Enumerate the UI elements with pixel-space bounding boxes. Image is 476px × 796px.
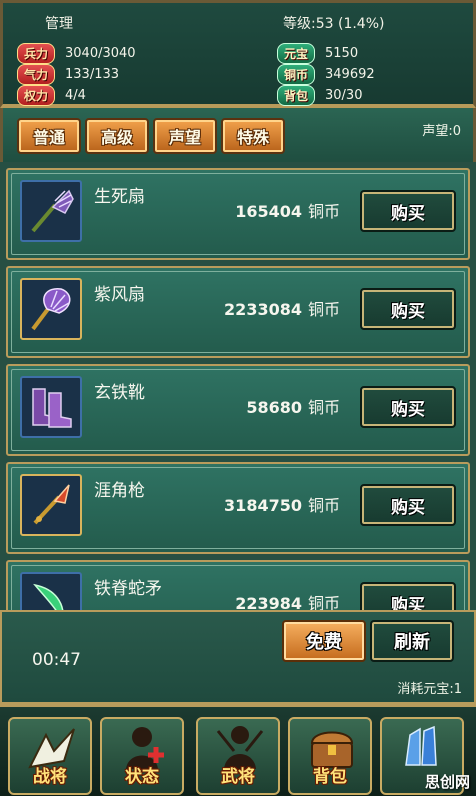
refresh-panel: 00:47 免费 刷新 消耗元宝:1 [0, 610, 476, 704]
spear-icon [33, 484, 70, 525]
item-price: 2233084 铜币 [224, 300, 340, 319]
nav-status[interactable]: 状态 [100, 717, 184, 795]
stat-label: 兵力 [17, 42, 55, 64]
list-item: 紫风扇 2233084 铜币 购买 [6, 266, 470, 358]
item-name: 玄铁靴 [94, 383, 145, 403]
buy-button[interactable]: 购买 [360, 582, 456, 610]
nav-label: 状态 [125, 767, 159, 787]
item-icon-frame [20, 376, 82, 438]
refresh-button[interactable]: 刷新 [370, 620, 454, 662]
buy-button[interactable]: 购买 [360, 190, 456, 232]
list-item: 玄铁靴 58680 铜币 购买 [6, 364, 470, 456]
item-price: 223984 铜币 [235, 594, 340, 610]
item-icon-frame [20, 278, 82, 340]
stat-value: 4/4 [65, 87, 86, 103]
stat-label: 权力 [17, 84, 55, 106]
item-icon-frame [20, 180, 82, 242]
tab-normal[interactable]: 普通 [17, 118, 81, 154]
list-item: 涯角枪 3184750 铜币 购买 [6, 462, 470, 554]
reputation-value: 声望:0 [422, 124, 461, 139]
item-icon-frame [20, 572, 82, 610]
stat-label: 气力 [17, 63, 55, 85]
shop-tabs: 普通 高级 声望 特殊 声望:0 [0, 108, 476, 162]
stat-label: 铜币 [277, 63, 315, 85]
free-refresh-button[interactable]: 免费 [282, 620, 366, 662]
item-name: 铁脊蛇矛 [94, 579, 162, 599]
item-name: 紫风扇 [94, 285, 145, 305]
stat-coins: 铜币 349692 [277, 63, 375, 85]
nav-warrior[interactable]: 战将 [8, 717, 92, 795]
item-price: 165404 铜币 [235, 202, 340, 221]
item-name: 涯角枪 [94, 481, 145, 501]
nav-bag[interactable]: 背包 [288, 717, 372, 795]
stat-value: 30/30 [325, 87, 363, 103]
buy-button[interactable]: 购买 [360, 484, 456, 526]
buy-button[interactable]: 购买 [360, 288, 456, 330]
blade-icon [33, 583, 64, 610]
stat-bag: 背包 30/30 [277, 84, 363, 106]
item-icon-frame [20, 474, 82, 536]
nav-general[interactable]: 武将 [196, 717, 280, 795]
fan-icon [31, 288, 71, 331]
stat-energy: 气力 133/133 [17, 63, 120, 85]
player-name: 管理 [45, 16, 73, 32]
stat-power: 权力 4/4 [17, 84, 86, 106]
stat-value: 349692 [325, 66, 375, 82]
tab-reputation[interactable]: 声望 [153, 118, 217, 154]
bottom-nav: 战将 状态 武将 背包 思创网 [0, 704, 476, 796]
item-price: 58680 铜币 [246, 398, 340, 417]
item-name: 生死扇 [94, 187, 145, 207]
list-item: 生死扇 165404 铜币 购买 [6, 168, 470, 260]
stat-ingots: 元宝 5150 [277, 42, 359, 64]
stat-value: 5150 [325, 45, 359, 61]
shop-item-list[interactable]: 生死扇 165404 铜币 购买 紫风扇 2233084 铜币 购买 玄铁靴 5… [0, 162, 476, 610]
item-price: 3184750 铜币 [224, 496, 340, 515]
stat-troops: 兵力 3040/3040 [17, 42, 136, 64]
stat-value: 3040/3040 [65, 45, 136, 61]
tab-special[interactable]: 特殊 [221, 118, 285, 154]
stat-value: 133/133 [65, 66, 120, 82]
crystal-icon [405, 725, 437, 766]
boots-icon [32, 388, 72, 428]
refresh-cost: 消耗元宝:1 [397, 682, 462, 697]
buy-button[interactable]: 购买 [360, 386, 456, 428]
watermark: 思创网 [424, 773, 470, 791]
player-level: 等级:53 (1.4%) [283, 16, 385, 32]
stat-label: 元宝 [277, 42, 315, 64]
tab-advanced[interactable]: 高级 [85, 118, 149, 154]
refresh-timer: 00:47 [32, 650, 81, 670]
nav-label: 背包 [313, 767, 347, 787]
nav-label: 战将 [33, 767, 67, 787]
nav-label: 武将 [221, 767, 255, 787]
stat-label: 背包 [277, 84, 315, 106]
fan-icon [31, 189, 74, 233]
list-item: 铁脊蛇矛 223984 铜币 购买 [6, 560, 470, 610]
player-status-panel: 管理 等级:53 (1.4%) 兵力 3040/3040 气力 133/133 … [0, 0, 476, 108]
